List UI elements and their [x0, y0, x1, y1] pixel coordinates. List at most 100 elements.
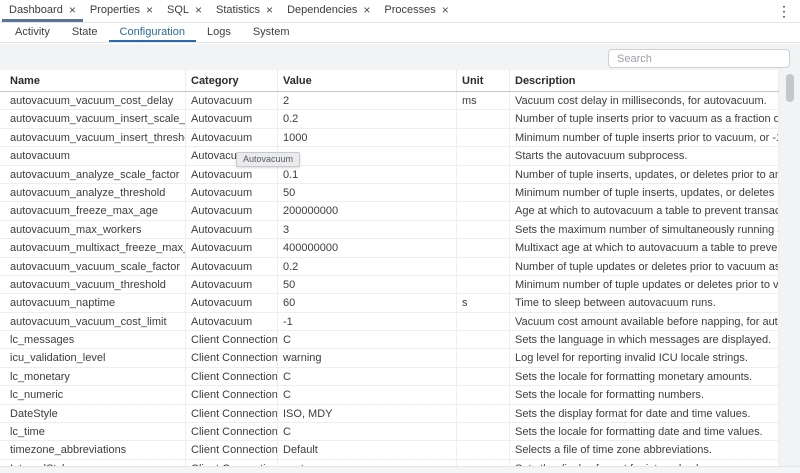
column-header-label: Category: [191, 75, 239, 87]
cell-description: Sets the maximum number of simultaneousl…: [510, 221, 779, 238]
vertical-scrollbar-thumb[interactable]: [786, 74, 794, 102]
table-row[interactable]: autovacuum_naptime Autovacuum 60 s Time …: [0, 294, 779, 312]
cell-category: Autovacuum: [186, 202, 278, 219]
cell-unit: [457, 331, 510, 348]
column-header[interactable]: Category: [186, 70, 278, 91]
column-header[interactable]: Value: [278, 70, 457, 91]
cell-category: Autovacuum: [186, 276, 278, 293]
search-input[interactable]: [608, 49, 790, 68]
vertical-scrollbar-track[interactable]: [779, 70, 800, 466]
cell-description: Vacuum cost delay in milliseconds, for a…: [510, 92, 779, 109]
cell-unit: ms: [457, 92, 510, 109]
sub-tab[interactable]: Logs: [196, 23, 242, 42]
table-row[interactable]: autovacuum_vacuum_insert_threshold Autov…: [0, 129, 779, 147]
column-header[interactable]: Unit: [457, 70, 510, 91]
cell-name: lc_numeric: [0, 386, 186, 403]
close-icon[interactable]: ×: [442, 4, 449, 16]
configuration-toolbar: [0, 44, 800, 70]
document-tab[interactable]: Statistics ×: [209, 0, 280, 22]
sub-tab[interactable]: Configuration: [109, 23, 196, 42]
cell-category: Client Connection D...: [186, 331, 278, 348]
table-row[interactable]: lc_time Client Connection D... C Sets th…: [0, 423, 779, 441]
cell-name: lc_monetary: [0, 368, 186, 385]
table-row[interactable]: autovacuum_freeze_max_age Autovacuum 200…: [0, 202, 779, 220]
table-row[interactable]: lc_numeric Client Connection D... C Sets…: [0, 386, 779, 404]
cell-description: Number of tuple inserts, updates, or del…: [510, 166, 779, 183]
close-icon[interactable]: ×: [69, 4, 76, 16]
document-tab[interactable]: SQL ×: [160, 0, 209, 22]
cell-category: Client Connection D...: [186, 441, 278, 458]
close-icon[interactable]: ×: [195, 4, 202, 16]
table-body: autovacuum_vacuum_cost_delay Autovacuum …: [0, 92, 779, 466]
table-row[interactable]: autovacuum Autovacuum on Starts the auto…: [0, 147, 779, 165]
cell-description: Number of tuple inserts prior to vacuum …: [510, 110, 779, 127]
document-tab[interactable]: Processes ×: [377, 0, 455, 22]
sub-tab[interactable]: System: [242, 23, 301, 42]
cell-unit: [457, 368, 510, 385]
document-tab-label: Properties: [90, 4, 140, 16]
cell-unit: [457, 147, 510, 164]
cell-description: Starts the autovacuum subprocess.: [510, 147, 779, 164]
cell-category: Autovacuum: [186, 294, 278, 311]
table-row[interactable]: autovacuum_vacuum_cost_delay Autovacuum …: [0, 92, 779, 110]
cell-category: Client Connection D...: [186, 423, 278, 440]
table-row[interactable]: autovacuum_vacuum_cost_limit Autovacuum …: [0, 313, 779, 331]
document-tab[interactable]: Properties ×: [83, 0, 160, 22]
table-row[interactable]: autovacuum_vacuum_insert_scale_factor Au…: [0, 110, 779, 128]
cell-name: lc_time: [0, 423, 186, 440]
pgadmin-dashboard-panel: Dashboard × Properties × SQL × Statistic…: [0, 0, 800, 473]
cell-category: Autovacuum: [186, 129, 278, 146]
table-row[interactable]: DateStyle Client Connection D... ISO, MD…: [0, 405, 779, 423]
cell-unit: [457, 386, 510, 403]
cell-name: DateStyle: [0, 405, 186, 422]
cell-value: C: [278, 423, 457, 440]
cell-value: 60: [278, 294, 457, 311]
cell-name: autovacuum_vacuum_insert_scale_factor: [0, 110, 186, 127]
cell-unit: [457, 441, 510, 458]
cell-description: Age at which to autovacuum a table to pr…: [510, 202, 779, 219]
document-tab-label: Processes: [384, 4, 435, 16]
cell-name: icu_validation_level: [0, 349, 186, 366]
table-row[interactable]: autovacuum_max_workers Autovacuum 3 Sets…: [0, 221, 779, 239]
sub-tab[interactable]: Activity: [4, 23, 61, 42]
cell-name: autovacuum_vacuum_cost_limit: [0, 313, 186, 330]
table-row[interactable]: lc_messages Client Connection D... C Set…: [0, 331, 779, 349]
table-row[interactable]: autovacuum_multixact_freeze_max_age Auto…: [0, 239, 779, 257]
cell-value: 0.2: [278, 258, 457, 275]
overflow-menu-icon[interactable]: ⋮: [777, 4, 791, 18]
column-header[interactable]: Name: [0, 70, 186, 91]
sub-tab[interactable]: State: [61, 23, 109, 42]
document-tab[interactable]: Dependencies ×: [280, 0, 377, 22]
table-header-row: Name Category Value Unit Description: [0, 70, 779, 92]
table-row[interactable]: timezone_abbreviations Client Connection…: [0, 441, 779, 459]
cell-value: 1000: [278, 129, 457, 146]
table-row[interactable]: autovacuum_vacuum_threshold Autovacuum 5…: [0, 276, 779, 294]
cell-value: on: [278, 147, 457, 164]
cell-name: lc_messages: [0, 331, 186, 348]
close-icon[interactable]: ×: [146, 4, 153, 16]
column-header[interactable]: Description: [510, 70, 779, 91]
cell-unit: [457, 129, 510, 146]
close-icon[interactable]: ×: [363, 4, 370, 16]
cell-value: 0.1: [278, 166, 457, 183]
table-row[interactable]: icu_validation_level Client Connection D…: [0, 349, 779, 367]
table-row[interactable]: autovacuum_analyze_threshold Autovacuum …: [0, 184, 779, 202]
cell-name: autovacuum: [0, 147, 186, 164]
column-header-label: Unit: [462, 75, 483, 87]
table-row[interactable]: lc_monetary Client Connection D... C Set…: [0, 368, 779, 386]
cell-unit: [457, 110, 510, 127]
cell-value: C: [278, 386, 457, 403]
cell-description: Log level for reporting invalid ICU loca…: [510, 349, 779, 366]
table-row[interactable]: autovacuum_vacuum_scale_factor Autovacuu…: [0, 258, 779, 276]
close-icon[interactable]: ×: [266, 4, 273, 16]
cell-description: Sets the display format for date and tim…: [510, 405, 779, 422]
table-row[interactable]: autovacuum_analyze_scale_factor Autovacu…: [0, 166, 779, 184]
column-header-label: Description: [515, 75, 576, 87]
horizontal-scrollbar-track[interactable]: [0, 466, 800, 473]
column-header-label: Value: [283, 75, 312, 87]
cell-value: 3: [278, 221, 457, 238]
document-tab[interactable]: Dashboard ×: [2, 0, 83, 22]
cell-category: Autovacuum: [186, 258, 278, 275]
sub-tab-label: State: [72, 26, 98, 38]
cell-name: autovacuum_vacuum_scale_factor: [0, 258, 186, 275]
